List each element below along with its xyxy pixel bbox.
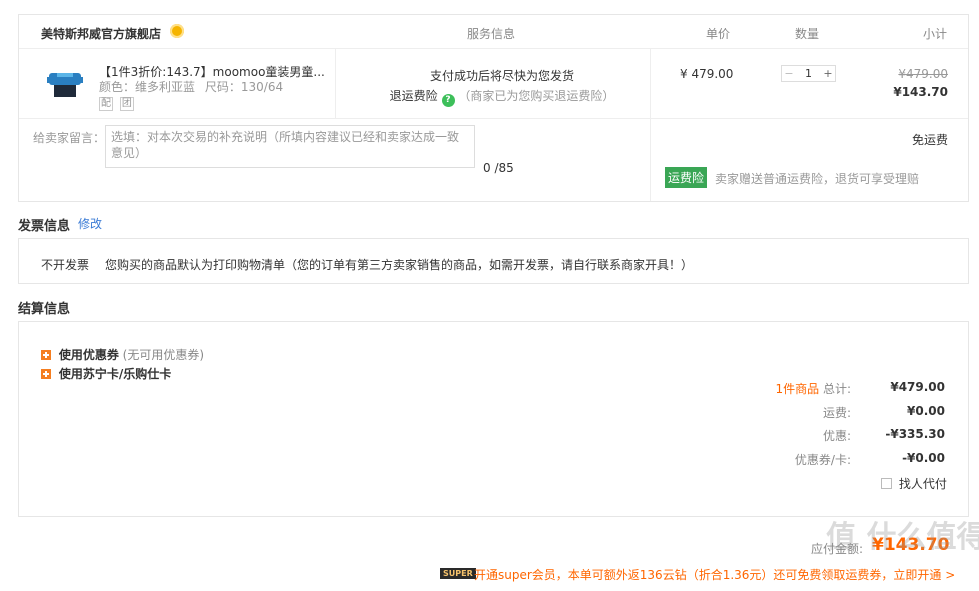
insurance-text: 卖家赠送普通运费险，退货可享受理赔 <box>715 172 920 186</box>
watermark-logo: 值 什么值得买 <box>826 512 979 582</box>
service-insurance-line: 退运费险 ? （商家已为您购买退运费险） <box>336 87 668 107</box>
store-name[interactable]: 美特斯邦威官方旗舰店 <box>41 25 161 42</box>
invoice-text: 您购买的商品默认为打印购物清单（您的订单有第三方卖家销售的商品，如需开发票，请自… <box>105 258 694 272</box>
unit-price: ¥ 479.00 <box>680 67 734 81</box>
summary-total-row: 1件商品 总计: ¥479.00 <box>719 380 946 398</box>
summary-coupon-row: 优惠券/卡: -¥0.00 <box>719 451 945 469</box>
invoice-title: 发票信息 <box>18 219 71 234</box>
shipping-divider <box>650 119 651 201</box>
summary-label: 运费: <box>822 406 851 420</box>
message-label: 给卖家留言： <box>33 131 106 145</box>
product-image[interactable] <box>45 67 85 99</box>
table-header: 美特斯邦威官方旗舰店 服务信息 单价 数量 小计 <box>19 15 968 49</box>
service-insurance-label: 退运费险 <box>389 89 438 103</box>
summary-label: 优惠券/卡: <box>794 453 851 467</box>
subtotal-final: ¥143.70 <box>893 85 948 99</box>
summary-value: ¥0.00 <box>907 404 945 418</box>
summary-label: 1件商品 总计: <box>775 382 852 396</box>
settlement-title: 结算信息 <box>18 302 71 317</box>
summary-value: -¥335.30 <box>885 427 945 441</box>
qty-value[interactable]: 1 <box>796 67 821 80</box>
summary-value: -¥0.00 <box>902 451 945 465</box>
item-count: 1件商品 <box>775 382 820 396</box>
col-price-header: 单价 <box>706 27 731 41</box>
insurance-tag: 运费险 <box>665 167 708 188</box>
price-divider <box>650 49 651 119</box>
product-badges: 配 团 <box>99 95 134 111</box>
proxy-pay-label: 找人代付 <box>898 477 947 491</box>
shipping-fee: 免运费 <box>911 133 948 147</box>
qty-plus-button[interactable]: + <box>821 67 835 80</box>
super-badge: SUPER <box>440 568 476 579</box>
quantity-stepper: − 1 + <box>781 65 836 82</box>
service-info: 支付成功后将尽快为您发货 退运费险 ? （商家已为您购买退运费险） <box>336 67 668 107</box>
card-label: 使用苏宁卡/乐购仕卡 <box>58 367 172 381</box>
store-badge-icon <box>170 24 184 38</box>
expand-plus-icon <box>41 369 51 379</box>
summary-value: ¥479.00 <box>890 380 945 394</box>
message-counter: 0 /85 <box>483 161 514 175</box>
size-label: 尺码： <box>204 80 241 94</box>
service-insurance-note: （商家已为您购买退运费险） <box>458 89 615 103</box>
order-item-box: 美特斯邦威官方旗舰店 服务信息 单价 数量 小计 【1件3折价:143.7】mo… <box>18 14 969 202</box>
settlement-box: 使用优惠券 (无可用优惠券) 使用苏宁卡/乐购仕卡 1件商品 总计: ¥479.… <box>18 321 969 517</box>
color-value: 维多利亚蓝 <box>135 80 196 94</box>
message-textarea[interactable]: 选填：对本次交易的补充说明（所填内容建议已经和卖家达成一致意见） <box>105 125 475 168</box>
coupon-toggle[interactable]: 使用优惠券 (无可用优惠券) <box>41 346 204 363</box>
invoice-edit-link[interactable]: 修改 <box>78 215 102 232</box>
invoice-type: 不开发票 <box>41 258 90 272</box>
col-service-header: 服务信息 <box>467 27 516 41</box>
message-row: 给卖家留言： 选填：对本次交易的补充说明（所填内容建议已经和卖家达成一致意见） … <box>19 119 968 201</box>
expand-plus-icon <box>41 350 51 360</box>
message-placeholder: 选填：对本次交易的补充说明（所填内容建议已经和卖家达成一致意见） <box>111 130 460 160</box>
proxy-pay-option[interactable]: 找人代付 <box>881 475 947 492</box>
watermark-text: 值 什么值得买 <box>826 520 979 555</box>
qty-minus-button[interactable]: − <box>782 67 796 80</box>
summary-shipping-row: 运费: ¥0.00 <box>719 404 945 422</box>
badge-pei: 配 <box>99 97 113 111</box>
proxy-pay-checkbox[interactable] <box>881 478 892 489</box>
subtotal-original: ¥479.00 <box>898 67 948 81</box>
summary-discount-row: 优惠: -¥335.30 <box>719 427 945 445</box>
coupon-label: 使用优惠券 <box>58 348 119 362</box>
col-qty-header: 数量 <box>795 27 820 41</box>
coupon-note: (无可用优惠券) <box>122 348 205 362</box>
col-subtotal-header: 小计 <box>923 27 948 41</box>
invoice-box: 不开发票 您购买的商品默认为打印购物清单（您的订单有第三方卖家销售的商品，如需开… <box>18 238 969 284</box>
badge-tuan: 团 <box>119 97 134 111</box>
summary-label: 优惠: <box>822 429 851 443</box>
color-label: 颜色： <box>99 80 136 94</box>
product-spec: 颜色：维多利亚蓝 尺码：130/64 <box>99 78 283 95</box>
item-row: 【1件3折价:143.7】moomoo童装男童... 颜色：维多利亚蓝 尺码：1… <box>19 49 968 119</box>
service-delivery-text: 支付成功后将尽快为您发货 <box>429 69 574 83</box>
help-icon[interactable]: ? <box>441 94 455 107</box>
card-toggle[interactable]: 使用苏宁卡/乐购仕卡 <box>41 365 171 382</box>
size-value: 130/64 <box>240 80 284 94</box>
